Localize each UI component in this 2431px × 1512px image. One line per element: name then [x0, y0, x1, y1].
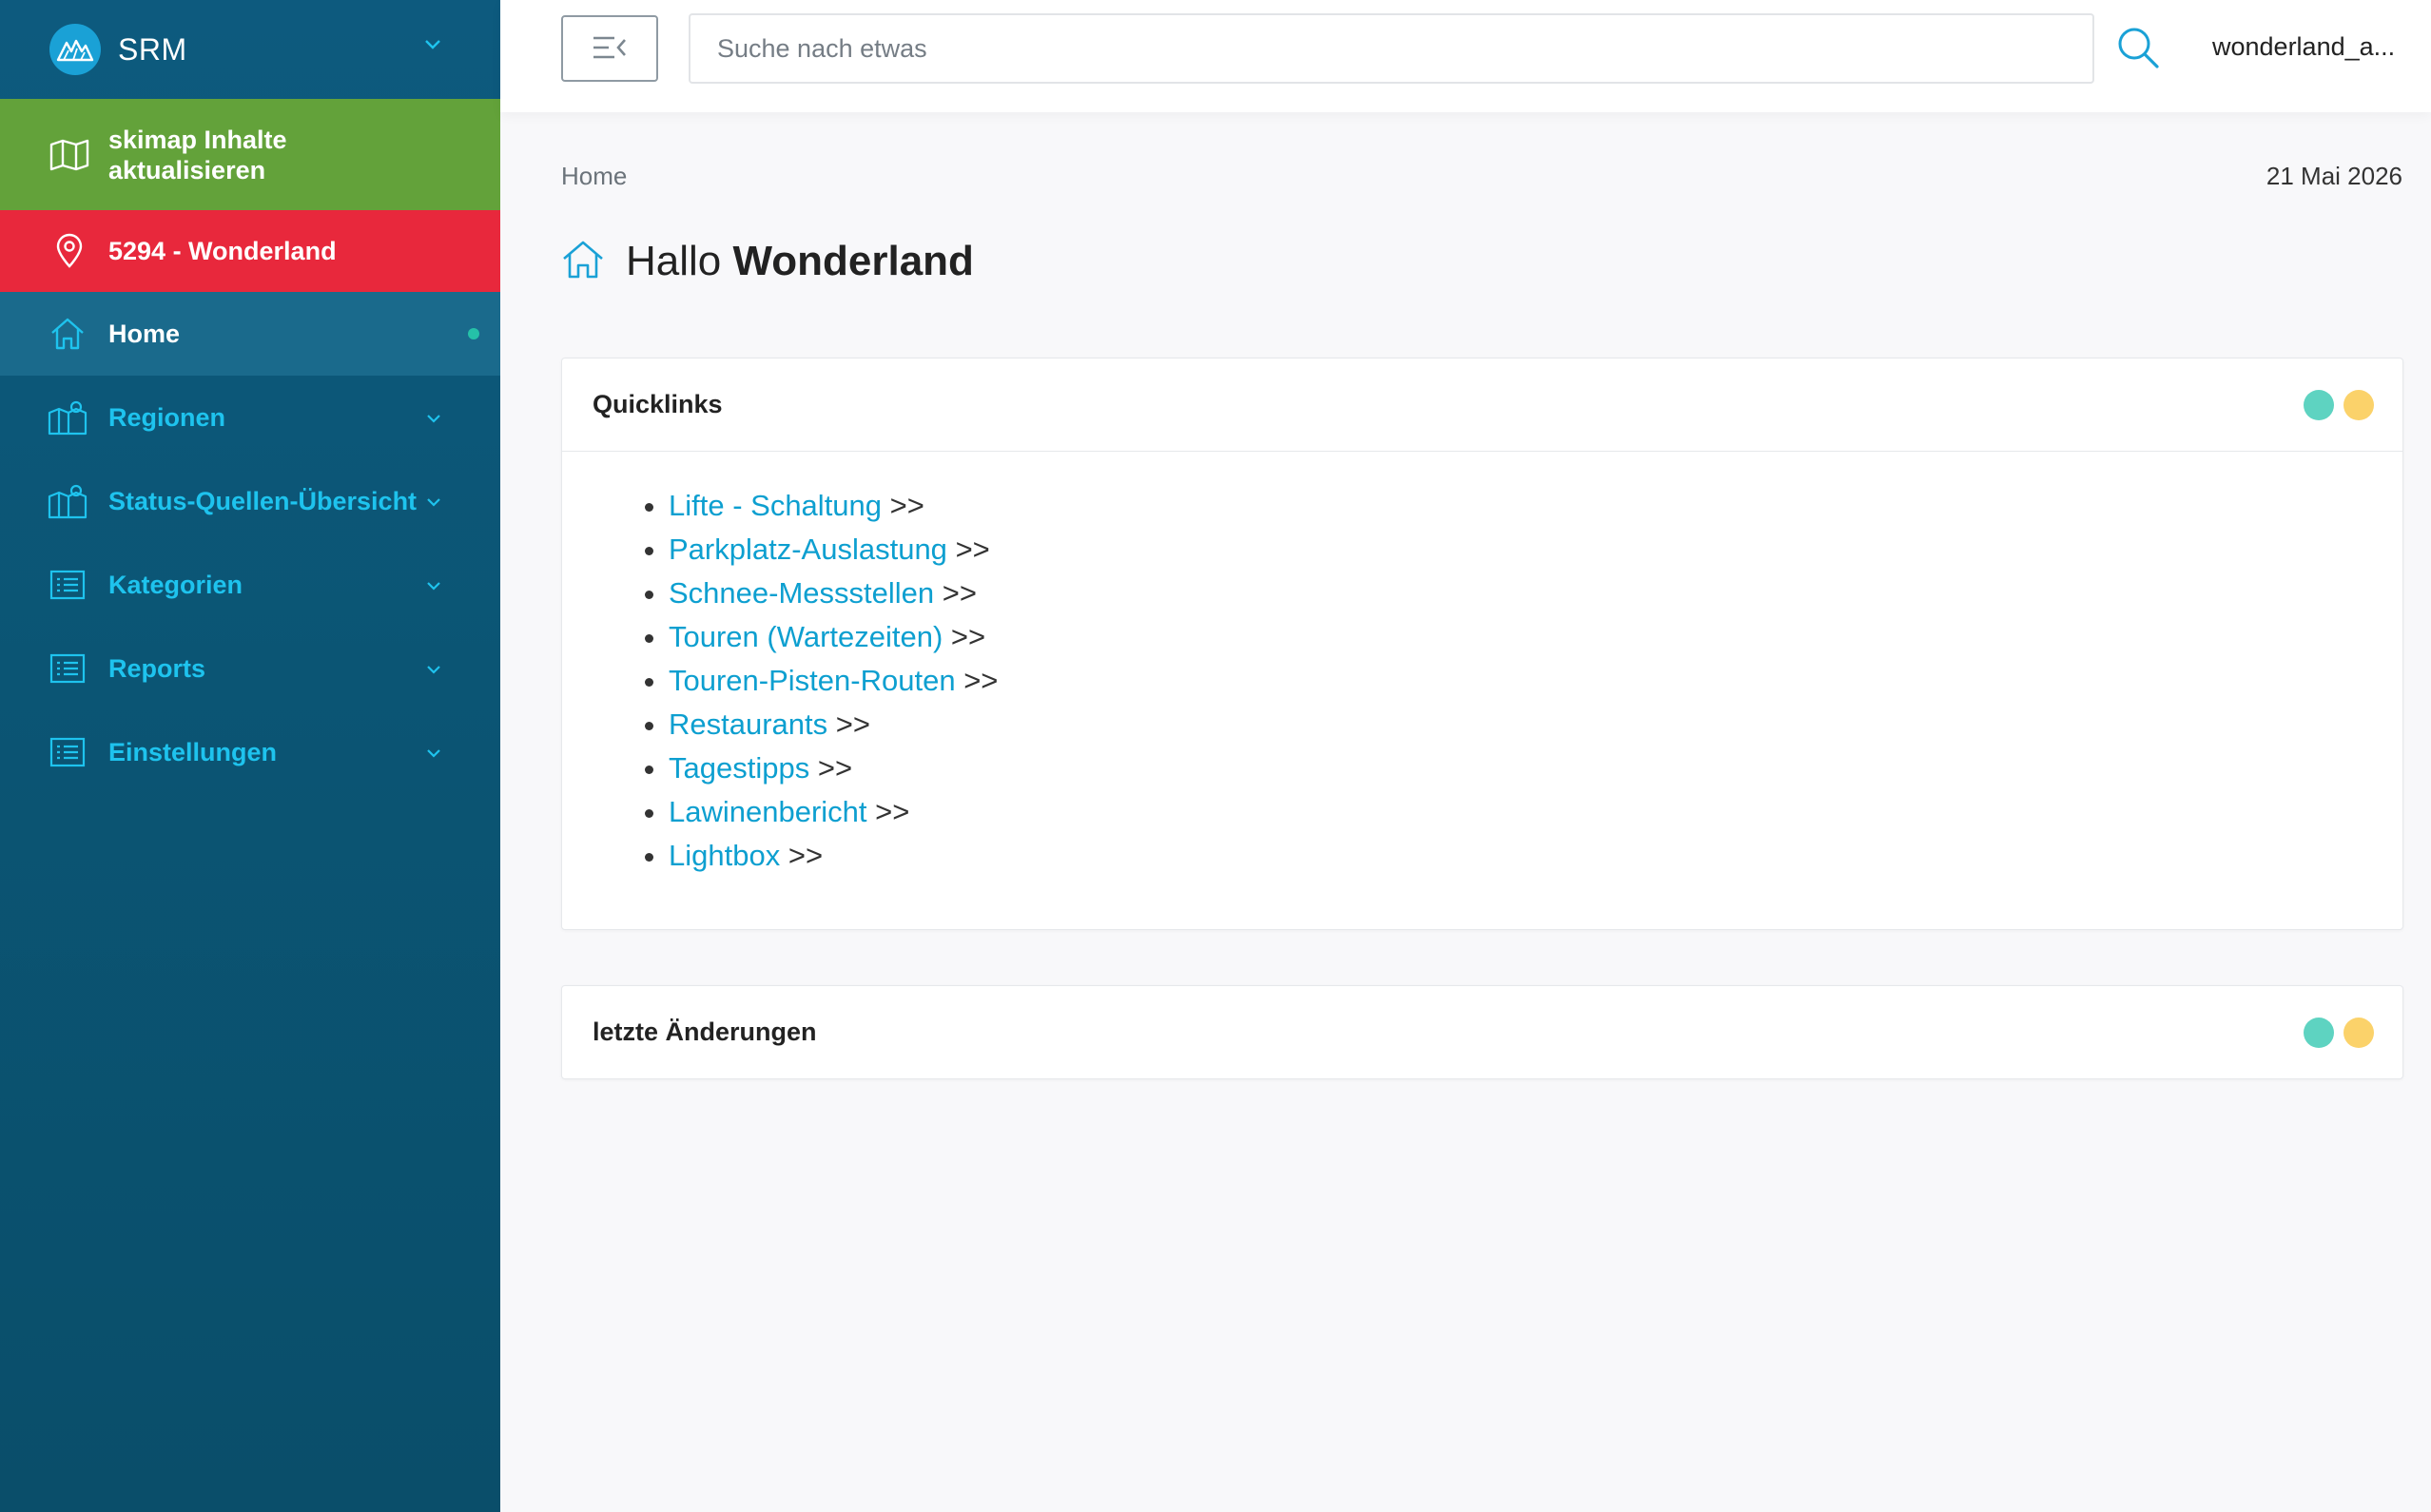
quicklink-item: Parkplatz-Auslastung >> — [669, 528, 2402, 572]
chevron-down-icon — [426, 663, 441, 680]
quicklink-arrow: >> — [942, 576, 977, 610]
home-icon — [48, 316, 88, 352]
sidebar-item-label: Regionen — [108, 402, 226, 432]
brand-name: SRM — [118, 31, 187, 67]
sidebar-item-label: Reports — [108, 653, 206, 683]
card-header: Quicklinks — [562, 359, 2402, 451]
quicklink-arrow: >> — [950, 620, 986, 653]
refresh-dot-button[interactable] — [2343, 1018, 2374, 1048]
quicklink-arrow: >> — [788, 839, 824, 872]
sidebar-item-kategorien[interactable]: Kategorien — [0, 543, 500, 627]
sidebar-item-home[interactable]: Home — [0, 292, 500, 376]
quicklink[interactable]: Schnee-Messstellen — [669, 576, 934, 610]
sidebar-item-label: Kategorien — [108, 570, 243, 599]
quicklink-item: Lifte - Schaltung >> — [669, 484, 2402, 528]
chevron-down-icon — [426, 412, 441, 429]
quicklink-item: Lawinenbericht >> — [669, 790, 2402, 834]
list-icon — [48, 737, 88, 767]
quicklink-item: Lightbox >> — [669, 834, 2402, 878]
quicklinks-card: Quicklinks Lifte - Schaltung >>Parkplatz… — [561, 358, 2403, 930]
active-indicator — [468, 328, 479, 339]
quicklink-arrow: >> — [835, 708, 870, 741]
sidebar-nav: Home Regionen Status-Quellen-Übersicht K… — [0, 292, 500, 794]
sidebar-item-label: Home — [108, 319, 181, 348]
brand[interactable]: SRM — [0, 0, 500, 99]
quicklink-item: Touren (Wartezeiten) >> — [669, 615, 2402, 659]
card-header: letzte Änderungen — [562, 986, 2402, 1078]
menu-collapse-icon — [592, 35, 628, 63]
card-controls — [2304, 1018, 2374, 1048]
breadcrumb[interactable]: Home — [561, 162, 627, 191]
collapse-dot-button[interactable] — [2304, 1018, 2334, 1048]
mountain-logo-icon — [49, 24, 101, 75]
quicklink-item: Touren-Pisten-Routen >> — [669, 659, 2402, 703]
card-controls — [2304, 390, 2374, 420]
map-regions-icon — [48, 399, 88, 436]
greeting-name: Wonderland — [732, 238, 974, 284]
quicklink-item: Schnee-Messstellen >> — [669, 572, 2402, 615]
list-icon — [48, 570, 88, 600]
search-icon[interactable] — [2115, 25, 2163, 72]
update-skimap-button[interactable]: skimap Inhalte aktualisieren — [0, 99, 500, 210]
refresh-dot-button[interactable] — [2343, 390, 2374, 420]
sidebar-item-status-quellen[interactable]: Status-Quellen-Übersicht — [0, 459, 500, 543]
quicklink-arrow: >> — [817, 751, 853, 785]
location-label: 5294 - Wonderland — [108, 236, 337, 265]
sidebar-item-einstellungen[interactable]: Einstellungen — [0, 710, 500, 794]
quicklink[interactable]: Touren-Pisten-Routen — [669, 664, 956, 697]
quicklink[interactable]: Restaurants — [669, 708, 827, 741]
quicklink-arrow: >> — [955, 533, 990, 566]
sidebar: SRM skimap Inhalte aktualisieren 5294 - … — [0, 0, 500, 1512]
card-title: Quicklinks — [593, 390, 723, 418]
location-pin-icon — [49, 233, 89, 269]
quicklink[interactable]: Lightbox — [669, 839, 780, 872]
quicklink[interactable]: Touren (Wartezeiten) — [669, 620, 943, 653]
quicklink-arrow: >> — [963, 664, 999, 697]
quicklink-arrow: >> — [889, 489, 924, 522]
list-icon — [48, 653, 88, 684]
search-input[interactable] — [689, 13, 2094, 84]
map-regions-icon — [48, 483, 88, 519]
quicklinks-list: Lifte - Schaltung >>Parkplatz-Auslastung… — [669, 484, 2402, 878]
map-icon — [49, 139, 89, 171]
quicklink[interactable]: Tagestipps — [669, 751, 809, 785]
chevron-down-icon — [426, 495, 441, 513]
quicklink[interactable]: Lawinenbericht — [669, 795, 867, 828]
quicklink-arrow: >> — [875, 795, 910, 828]
home-icon — [561, 239, 605, 285]
sidebar-toggle-button[interactable] — [561, 15, 658, 82]
card-body: Lifte - Schaltung >>Parkplatz-Auslastung… — [562, 451, 2402, 929]
quicklink[interactable]: Parkplatz-Auslastung — [669, 533, 947, 566]
update-skimap-label: skimap Inhalte aktualisieren — [108, 125, 287, 184]
chevron-down-icon[interactable] — [424, 38, 441, 55]
quicklink[interactable]: Lifte - Schaltung — [669, 489, 882, 522]
location-selector[interactable]: 5294 - Wonderland — [0, 210, 500, 292]
page-title: Hallo Wonderland — [561, 238, 974, 285]
sidebar-item-reports[interactable]: Reports — [0, 627, 500, 710]
card-title: letzte Änderungen — [593, 1018, 817, 1046]
collapse-dot-button[interactable] — [2304, 390, 2334, 420]
sidebar-item-regionen[interactable]: Regionen — [0, 376, 500, 459]
quicklink-item: Restaurants >> — [669, 703, 2402, 746]
chevron-down-icon — [426, 579, 441, 596]
quicklink-item: Tagestipps >> — [669, 746, 2402, 790]
recent-changes-card: letzte Änderungen — [561, 985, 2403, 1079]
greeting: Hallo Wonderland — [626, 238, 974, 285]
topbar: wonderland_a... — [500, 0, 2431, 112]
sidebar-item-label: Status-Quellen-Übersicht — [108, 486, 418, 515]
current-date: 21 Mai 2026 — [2266, 162, 2402, 190]
user-menu[interactable]: wonderland_a... — [2212, 32, 2402, 62]
greeting-prefix: Hallo — [626, 238, 722, 284]
chevron-down-icon — [426, 746, 441, 764]
sidebar-item-label: Einstellungen — [108, 737, 278, 766]
